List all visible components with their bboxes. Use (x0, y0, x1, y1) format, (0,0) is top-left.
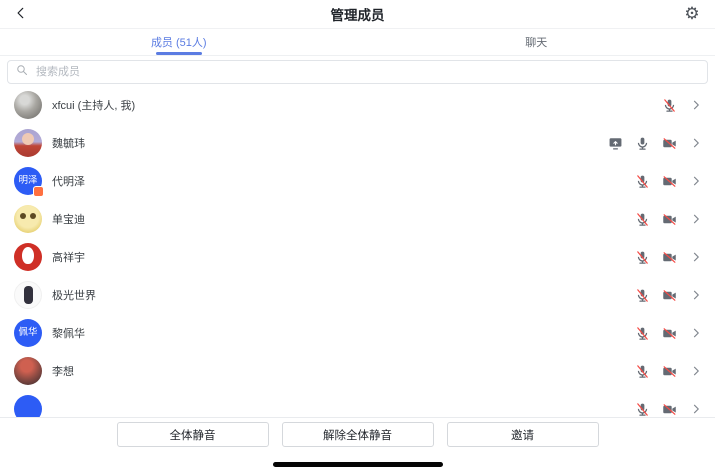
member-status-icons (661, 97, 677, 113)
chevron-right-icon[interactable] (689, 289, 702, 302)
member-name: xfcui (主持人, 我) (52, 97, 661, 113)
chevron-right-icon[interactable] (689, 403, 702, 416)
mic-muted-icon (634, 249, 650, 265)
member-status-icons (634, 401, 677, 417)
search-input[interactable] (34, 65, 699, 79)
settings-button[interactable]: ⚙ (681, 3, 703, 25)
gear-icon: ⚙ (684, 4, 699, 24)
camera-muted-icon (661, 135, 677, 151)
chevron-right-icon[interactable] (689, 137, 702, 150)
avatar (14, 129, 42, 157)
avatar: 明泽 (14, 167, 42, 195)
camera-muted-icon (661, 211, 677, 227)
member-row[interactable]: 明泽 代明泽 (0, 162, 715, 200)
screen-share-icon (607, 135, 623, 151)
camera-muted-icon (661, 363, 677, 379)
footer-buttons: 全体静音 解除全体静音 邀请 (0, 418, 715, 447)
tab-bar: 成员 (51人) 聊天 (0, 28, 715, 56)
avatar (14, 205, 42, 233)
avatar-initials: 佩华 (18, 328, 37, 338)
member-name: 魏毓玮 (52, 135, 607, 151)
member-row[interactable]: 李想 (0, 352, 715, 390)
member-name: 黎佩华 (52, 325, 634, 341)
camera-muted-icon (661, 325, 677, 341)
member-name: 极光世界 (52, 287, 634, 303)
chevron-right-icon[interactable] (689, 365, 702, 378)
mic-muted-icon (634, 401, 650, 417)
camera-muted-icon (661, 287, 677, 303)
chevron-right-icon[interactable] (689, 213, 702, 226)
member-row[interactable]: 佩华 黎佩华 (0, 314, 715, 352)
member-row[interactable] (0, 390, 715, 418)
member-status-icons (634, 249, 677, 265)
camera-muted-icon (661, 173, 677, 189)
avatar (14, 357, 42, 385)
invite-button[interactable]: 邀请 (447, 422, 599, 447)
member-row[interactable]: 极光世界 (0, 276, 715, 314)
mic-muted-icon (634, 173, 650, 189)
member-name: 高祥宇 (52, 249, 634, 265)
mic-muted-icon (634, 325, 650, 341)
avatar (14, 91, 42, 119)
unmute-all-button[interactable]: 解除全体静音 (282, 422, 434, 447)
tab-members[interactable]: 成员 (51人) (0, 28, 358, 55)
tab-chat-label: 聊天 (525, 34, 547, 50)
member-row[interactable]: 高祥宇 (0, 238, 715, 276)
member-row[interactable]: 魏毓玮 (0, 124, 715, 162)
page-title: 管理成员 (0, 0, 715, 28)
member-status-icons (607, 135, 677, 151)
member-status-icons (634, 287, 677, 303)
member-status-icons (634, 173, 677, 189)
avatar-status-badge (33, 186, 44, 197)
chevron-right-icon[interactable] (689, 251, 702, 264)
camera-muted-icon (661, 249, 677, 265)
avatar: 佩华 (14, 319, 42, 347)
chevron-right-icon[interactable] (689, 175, 702, 188)
member-name: 李想 (52, 363, 634, 379)
chevron-right-icon[interactable] (689, 327, 702, 340)
member-name: 单宝迪 (52, 211, 634, 227)
tab-chat[interactable]: 聊天 (358, 28, 715, 55)
mic-muted-icon (634, 287, 650, 303)
search-box[interactable] (7, 60, 708, 84)
chevron-right-icon[interactable] (689, 99, 702, 112)
tab-members-label: 成员 (51人) (151, 34, 207, 50)
camera-muted-icon (661, 401, 677, 417)
avatar (14, 281, 42, 309)
mic-muted-icon (661, 97, 677, 113)
member-name: 代明泽 (52, 173, 634, 189)
active-tab-underline (156, 52, 202, 55)
avatar (14, 395, 42, 418)
mic-muted-icon (634, 211, 650, 227)
avatar-initials: 明泽 (18, 176, 37, 186)
member-status-icons (634, 363, 677, 379)
search-icon (16, 63, 28, 81)
mute-all-button[interactable]: 全体静音 (117, 422, 269, 447)
home-indicator[interactable] (273, 462, 443, 467)
member-list: xfcui (主持人, 我) 魏毓玮明泽 代明泽单宝迪高祥宇极光世界佩华 黎佩华李想 (0, 86, 715, 418)
header: 管理成员 ⚙ (0, 0, 715, 29)
mic-icon (634, 135, 650, 151)
member-row[interactable]: 单宝迪 (0, 200, 715, 238)
member-row[interactable]: xfcui (主持人, 我) (0, 86, 715, 124)
member-status-icons (634, 325, 677, 341)
manage-members-page: 管理成员 ⚙ 成员 (51人) 聊天 xfcui (主持人, 我) 魏毓玮明泽 代明… (0, 0, 715, 472)
avatar (14, 243, 42, 271)
member-status-icons (634, 211, 677, 227)
mic-muted-icon (634, 363, 650, 379)
